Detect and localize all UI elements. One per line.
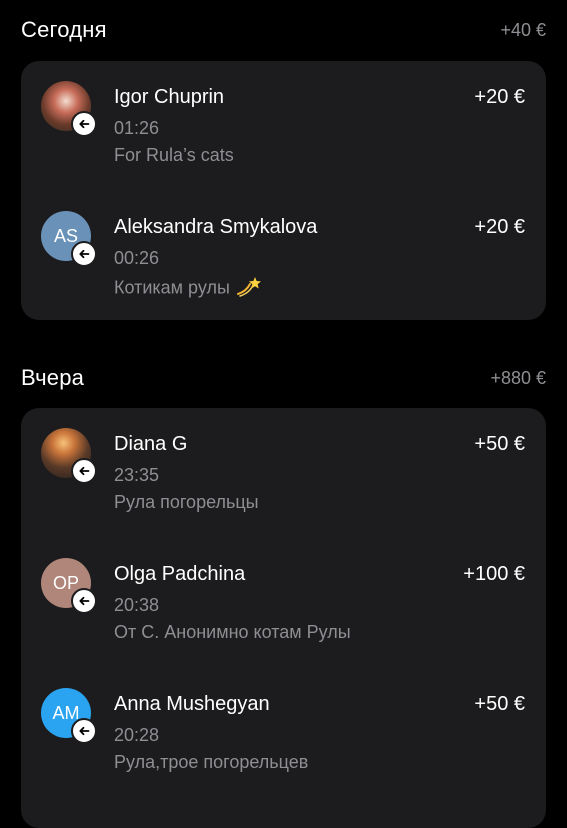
incoming-arrow-icon [71,458,97,484]
avatar: AM [41,688,97,744]
section-header-yesterday: Вчера +880 € [21,363,546,393]
transaction-row[interactable]: AS Aleksandra Smykalova +20 € 00:26 Коти… [21,191,546,320]
section-total: +880 € [490,367,546,388]
section-title: Сегодня [21,17,107,42]
transactions-card-today: Igor Chuprin +20 € 01:26 For Rula’s cats… [21,61,546,320]
sender-name: Diana G [114,433,188,455]
transaction-row[interactable]: Diana G +50 € 23:35 Рула погорельцы [21,408,546,538]
incoming-arrow-icon [71,241,97,267]
sender-name: Anna Mushegyan [114,693,270,715]
transaction-comment: Котикам рулы [114,277,230,298]
transaction-comment: Рула,трое погорельцев [114,752,309,772]
avatar: OP [41,558,97,614]
transaction-comment: От С. Анонимно котам Рулы [114,622,351,642]
sender-name: Aleksandra Smykalova [114,216,318,238]
transaction-amount: +20 € [474,216,525,238]
sender-name: Olga Padchina [114,563,246,585]
transactions-card-yesterday: Diana G +50 € 23:35 Рула погорельцы OP O… [21,408,546,828]
transaction-amount: +50 € [474,433,525,455]
transaction-time: 23:35 [114,465,160,485]
avatar [41,428,97,484]
section-header-today: Сегодня +40 € [21,15,546,45]
section-title: Вчера [21,365,85,390]
dizzy-emoji-icon [236,275,262,302]
sender-name: Igor Chuprin [114,86,225,108]
transaction-comment: For Rula’s cats [114,145,234,165]
avatar: AS [41,211,97,267]
incoming-arrow-icon [71,111,97,137]
transaction-amount: +20 € [474,86,525,108]
transaction-comment: Рула погорельцы [114,492,259,512]
transaction-comment-wrap: Котикам рулы [114,275,262,302]
section-total: +40 € [500,19,546,40]
transaction-time: 20:28 [114,725,160,745]
transaction-amount: +100 € [463,563,525,585]
avatar [41,81,97,137]
incoming-arrow-icon [71,718,97,744]
transaction-time: 20:38 [114,595,160,615]
incoming-arrow-icon [71,588,97,614]
transaction-row[interactable]: AM Anna Mushegyan +50 € 20:28 Рула,трое … [21,668,546,798]
transaction-time: 01:26 [114,118,160,138]
transaction-row[interactable]: Igor Chuprin +20 € 01:26 For Rula’s cats [21,61,546,191]
transaction-row[interactable]: OP Olga Padchina +100 € 20:38 От С. Анон… [21,538,546,668]
transaction-amount: +50 € [474,693,525,715]
transaction-time: 00:26 [114,248,160,268]
